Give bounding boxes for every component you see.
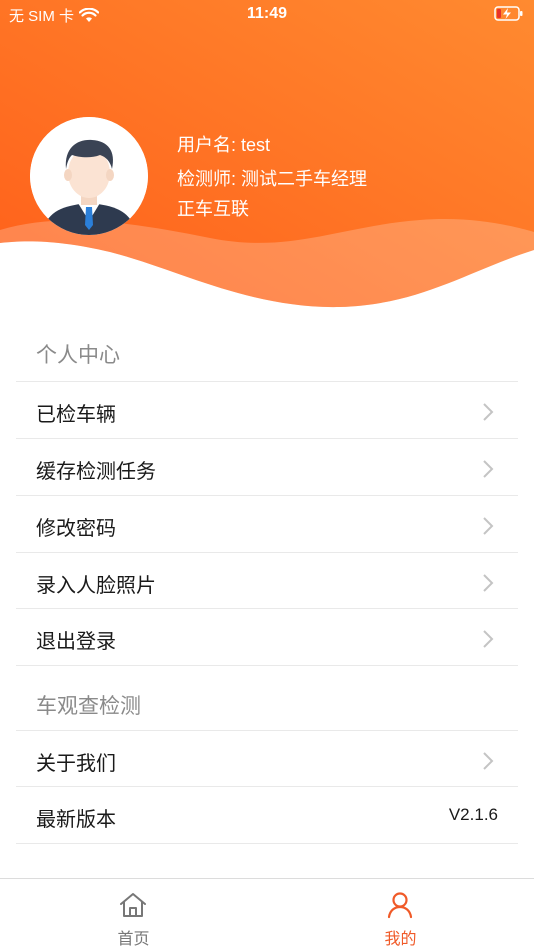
tab-me[interactable]: 我的 <box>267 879 534 950</box>
status-bar: 无 SIM 卡 11:49 <box>0 0 534 28</box>
profile-header: 无 SIM 卡 11:49 用户名: test 检测师: 测试二手车经理 正车互… <box>0 0 534 310</box>
menu-item-cached-tasks[interactable]: 缓存检测任务 <box>16 438 518 495</box>
inspector-text: 检测师: 测试二手车经理 <box>177 169 368 189</box>
tab-bar: 首页 我的 <box>0 878 534 950</box>
user-icon <box>387 892 413 919</box>
home-icon <box>120 893 146 917</box>
menu-item-logout[interactable]: 退出登录 <box>16 608 518 665</box>
menu-item-about-us[interactable]: 关于我们 <box>16 730 518 787</box>
version-value: V2.1.6 <box>448 805 498 824</box>
menu-item-label: 录入人脸照片 <box>36 575 156 597</box>
menu-item-checked-vehicles[interactable]: 已检车辆 <box>16 381 518 438</box>
menu-item-label: 最新版本 <box>36 809 116 831</box>
tab-home-label: 首页 <box>117 931 150 948</box>
section-divider <box>16 665 518 666</box>
chevron-right-icon <box>483 574 494 592</box>
battery-charging-icon <box>494 6 523 21</box>
menu-item-label: 缓存检测任务 <box>36 461 156 483</box>
user-info: 用户名: test 检测师: 测试二手车经理 正车互联 <box>177 132 367 226</box>
company-text: 正车互联 <box>177 199 249 219</box>
chevron-right-icon <box>483 460 494 478</box>
menu-item-label: 退出登录 <box>36 631 116 653</box>
menu-item-label: 修改密码 <box>36 518 116 540</box>
chevron-right-icon <box>483 403 494 421</box>
menu-item-label: 关于我们 <box>36 753 116 775</box>
menu-item-face-photo[interactable]: 录入人脸照片 <box>16 552 518 609</box>
status-time: 11:49 <box>246 5 288 22</box>
avatar[interactable] <box>30 117 148 235</box>
section-title-about: 车观查检测 <box>36 695 141 718</box>
menu-item-latest-version[interactable]: 最新版本 V2.1.6 <box>16 786 518 843</box>
chevron-right-icon <box>483 517 494 535</box>
menu-item-change-password[interactable]: 修改密码 <box>16 495 518 552</box>
tab-home[interactable]: 首页 <box>0 879 267 950</box>
avatar-illustration <box>30 117 148 235</box>
tab-me-label: 我的 <box>384 931 417 948</box>
username-text: 用户名: test <box>177 135 271 155</box>
section-title-personal: 个人中心 <box>36 344 120 367</box>
chevron-right-icon <box>483 752 494 770</box>
menu-item-label: 已检车辆 <box>36 404 116 426</box>
chevron-right-icon <box>483 630 494 648</box>
section-divider <box>16 843 518 844</box>
